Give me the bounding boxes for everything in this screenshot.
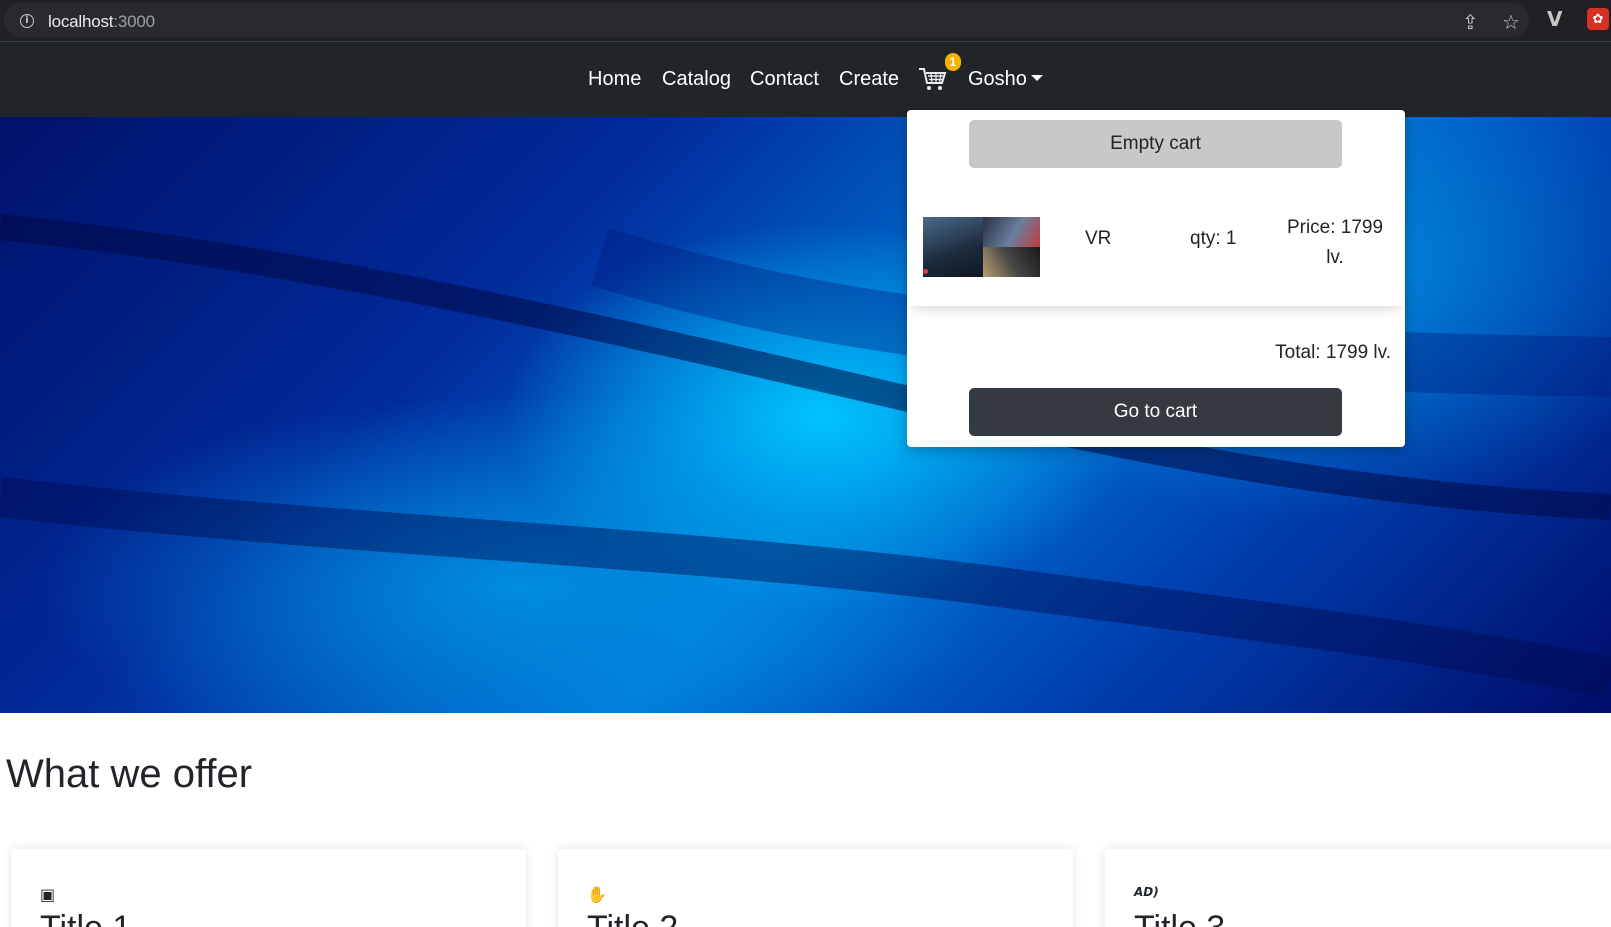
offer-card-3: AD) Title 3 xyxy=(1105,849,1611,927)
cart-count-badge: 1 xyxy=(945,53,961,71)
url-host: localhost xyxy=(48,12,114,31)
extension-v-icon[interactable]: V xyxy=(1547,7,1562,31)
audio-description-icon: AD) xyxy=(1134,885,1159,899)
card-title: Title 2 xyxy=(587,909,678,927)
address-bar[interactable]: i localhost:3000 ⇪ ☆ xyxy=(4,3,1529,37)
nav-catalog[interactable]: Catalog xyxy=(662,68,731,91)
url-text[interactable]: localhost:3000 xyxy=(48,12,155,32)
info-icon[interactable]: i xyxy=(20,14,34,28)
nav-create[interactable]: Create xyxy=(839,68,899,91)
nav-home[interactable]: Home xyxy=(588,68,641,91)
star-icon[interactable]: ☆ xyxy=(1502,10,1520,34)
item-price: Price: 1799 lv. xyxy=(1286,217,1384,268)
nav-contact[interactable]: Contact xyxy=(750,68,819,91)
section-title: What we offer xyxy=(6,752,253,796)
cart-icon[interactable] xyxy=(917,64,947,94)
user-name: Gosho xyxy=(968,68,1027,90)
cart-total: Total: 1799 lv. xyxy=(1275,342,1391,363)
empty-cart-button[interactable]: Empty cart xyxy=(969,120,1342,168)
card-title: Title 3 xyxy=(1134,909,1225,927)
user-menu-toggle[interactable]: Gosho xyxy=(968,68,1043,91)
cart-dropdown: Empty cart VR qty: 1 Price: 1799 lv. Tot… xyxy=(907,110,1405,447)
cart-item: VR qty: 1 Price: 1799 lv. xyxy=(907,188,1405,306)
offer-card-2: ✋ Title 2 xyxy=(558,849,1073,927)
go-to-cart-button[interactable]: Go to cart xyxy=(969,388,1342,436)
offer-card-1: ▣ Title 1 xyxy=(11,849,526,927)
browser-toolbar: i localhost:3000 ⇪ ☆ V ✿ xyxy=(0,0,1611,42)
caret-down-icon xyxy=(1030,74,1043,81)
item-thumbnail[interactable] xyxy=(923,217,1040,277)
contact-book-icon: ▣ xyxy=(40,885,56,904)
item-qty: qty: 1 xyxy=(1190,228,1237,249)
share-icon[interactable]: ⇪ xyxy=(1462,10,1479,34)
card-title: Title 1 xyxy=(40,909,131,927)
item-name: VR xyxy=(1085,228,1112,249)
sign-language-icon: ✋ xyxy=(587,885,607,904)
extension-red-icon[interactable]: ✿ xyxy=(1587,8,1609,30)
url-port: :3000 xyxy=(113,12,155,31)
